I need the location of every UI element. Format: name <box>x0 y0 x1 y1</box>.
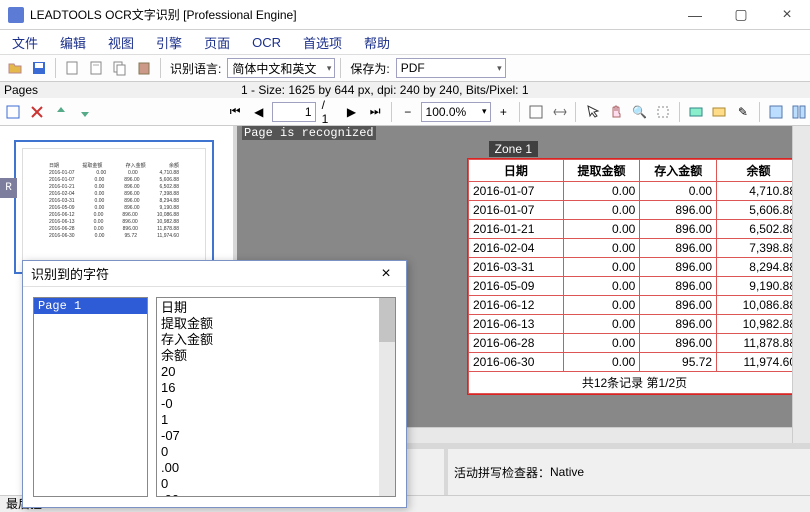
last-page-icon[interactable]: ⏭ <box>364 101 386 123</box>
char-line: 日期 <box>161 300 391 316</box>
toolbar-secondary: ⏮ ◀ / 1 ▶ ⏭ − 100.0% + 🔍 ✎ <box>0 98 810 126</box>
fit-icon[interactable] <box>525 101 547 123</box>
table-header: 余额 <box>717 160 801 182</box>
char-line: 1 <box>161 412 391 428</box>
zone-edit-icon[interactable] <box>708 101 730 123</box>
table-header: 日期 <box>469 160 564 182</box>
zoom-out-icon[interactable]: − <box>397 101 419 123</box>
page-number-input[interactable] <box>272 102 316 122</box>
titlebar: LEADTOOLS OCR文字识别 [Professional Engine] … <box>0 0 810 30</box>
char-line: 余额 <box>161 348 391 364</box>
save-icon[interactable] <box>28 57 50 79</box>
char-line: .00 <box>161 460 391 476</box>
menu-ocr[interactable]: OCR <box>252 35 281 50</box>
text-scrollbar[interactable] <box>379 298 395 496</box>
page-list[interactable]: Page 1 <box>33 297 148 497</box>
page-total: / 1 <box>322 98 335 126</box>
menu-edit[interactable]: 编辑 <box>60 33 86 52</box>
recognized-banner: Page is recognized <box>242 126 376 140</box>
zone-icon[interactable] <box>685 101 707 123</box>
side-tab[interactable]: R <box>0 178 17 198</box>
open-icon[interactable] <box>4 57 26 79</box>
menu-options[interactable]: 首选项 <box>303 33 342 52</box>
table-row: 2016-06-280.00896.0011,878.88 <box>469 334 801 353</box>
lang-select[interactable]: 简体中文和英文 <box>227 58 335 78</box>
char-line: 提取金额 <box>161 316 391 332</box>
page-thumbnail[interactable]: 日期提取金额存入金额余额2016-01-070.000.004,710.8820… <box>14 140 214 274</box>
menu-page[interactable]: 页面 <box>204 33 230 52</box>
zoom-tool-icon[interactable]: 🔍 <box>629 101 651 123</box>
menubar: 文件 编辑 视图 引擎 页面 OCR 首选项 帮助 <box>0 30 810 54</box>
delete-icon[interactable] <box>26 101 48 123</box>
char-line: -07 <box>161 428 391 444</box>
table-row: 2016-05-090.00896.009,190.88 <box>469 277 801 296</box>
table-header: 存入金额 <box>640 160 717 182</box>
app-icon <box>8 7 24 23</box>
pages-label: Pages <box>4 83 241 97</box>
status-line: Pages 1 - Size: 1625 by 644 px, dpi: 240… <box>0 82 810 98</box>
data-table: 日期提取金额存入金额余额 2016-01-070.000.004,710.882… <box>468 159 801 394</box>
char-line: 20 <box>161 364 391 380</box>
toolbar-main: 识别语言: 简体中文和英文 保存为: PDF <box>0 54 810 82</box>
saveas-label: 保存为: <box>350 60 389 77</box>
table-row: 2016-03-310.00896.008,294.88 <box>469 258 801 277</box>
table-row: 2016-01-070.000.004,710.88 <box>469 182 801 201</box>
pointer-icon[interactable] <box>581 101 603 123</box>
table-row: 2016-06-120.00896.0010,086.88 <box>469 296 801 315</box>
first-page-icon[interactable]: ⏮ <box>224 101 246 123</box>
copy-icon[interactable] <box>109 57 131 79</box>
char-line: 存入金额 <box>161 332 391 348</box>
char-line: 0 <box>161 476 391 492</box>
table-footer: 共12条记录 第1/2页 <box>469 372 801 394</box>
menu-help[interactable]: 帮助 <box>364 33 390 52</box>
list-item[interactable]: Page 1 <box>34 298 147 314</box>
page-info: 1 - Size: 1625 by 644 px, dpi: 240 by 24… <box>241 83 810 97</box>
thumb-view-icon[interactable] <box>2 101 24 123</box>
close-button[interactable]: × <box>764 0 810 30</box>
zone-label: Zone 1 <box>489 141 538 157</box>
view2-icon[interactable] <box>788 101 810 123</box>
minimize-button[interactable]: — <box>672 0 718 30</box>
table-row: 2016-06-130.00896.0010,982.88 <box>469 315 801 334</box>
doc1-icon[interactable] <box>61 57 83 79</box>
window-title: LEADTOOLS OCR文字识别 [Professional Engine] <box>30 6 672 23</box>
paste-icon[interactable] <box>133 57 155 79</box>
menu-engine[interactable]: 引擎 <box>156 33 182 52</box>
menu-file[interactable]: 文件 <box>12 33 38 52</box>
char-line: 0 <box>161 444 391 460</box>
move-up-icon[interactable] <box>50 101 72 123</box>
recognized-chars-dialog: 识别到的字符 × Page 1 日期提取金额存入金额余额2016-01-070.… <box>22 260 407 508</box>
saveas-select[interactable]: PDF <box>396 58 506 78</box>
menu-view[interactable]: 视图 <box>108 33 134 52</box>
select-icon[interactable] <box>652 101 674 123</box>
zoom-in-icon[interactable]: + <box>493 101 515 123</box>
table-row: 2016-06-300.0095.7211,974.60 <box>469 353 801 372</box>
vertical-scrollbar[interactable] <box>792 126 810 443</box>
zoom-select[interactable]: 100.0% <box>421 102 491 122</box>
char-line: 16 <box>161 380 391 396</box>
table-row: 2016-01-210.00896.006,502.88 <box>469 220 801 239</box>
pencil-icon[interactable]: ✎ <box>732 101 754 123</box>
table-header: 提取金额 <box>563 160 640 182</box>
hand-icon[interactable] <box>605 101 627 123</box>
table-row: 2016-02-040.00896.007,398.88 <box>469 239 801 258</box>
chars-text[interactable]: 日期提取金额存入金额余额2016-01-070.000.004,710.88 <box>156 297 396 497</box>
move-down-icon[interactable] <box>74 101 96 123</box>
zone-box[interactable]: 日期提取金额存入金额余额 2016-01-070.000.004,710.882… <box>467 158 802 395</box>
char-line: -0 <box>161 396 391 412</box>
lang-label: 识别语言: <box>170 60 221 77</box>
dialog-close-icon[interactable]: × <box>374 265 398 283</box>
spell-value: Native <box>550 465 584 479</box>
view1-icon[interactable] <box>765 101 787 123</box>
dialog-title: 识别到的字符 <box>31 264 374 283</box>
prev-page-icon[interactable]: ◀ <box>248 101 270 123</box>
table-row: 2016-01-070.00896.005,606.88 <box>469 201 801 220</box>
fit-width-icon[interactable] <box>549 101 571 123</box>
doc2-icon[interactable] <box>85 57 107 79</box>
spell-label: 活动拼写检查器： <box>454 464 550 481</box>
maximize-button[interactable]: ▢ <box>718 0 764 30</box>
char-line: .00 <box>161 492 391 497</box>
next-page-icon[interactable]: ▶ <box>341 101 363 123</box>
